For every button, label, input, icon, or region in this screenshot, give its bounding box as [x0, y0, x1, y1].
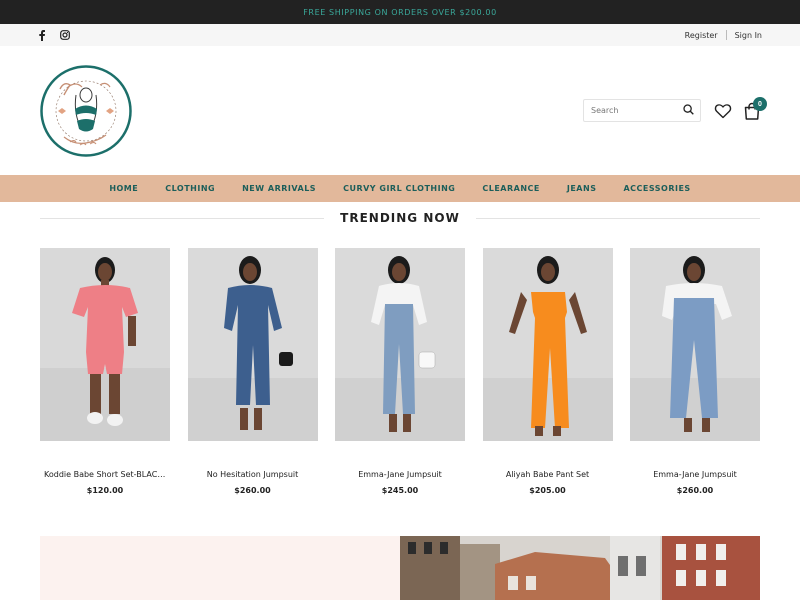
nav-accessories[interactable]: ACCESSORIES	[610, 184, 704, 193]
product-name[interactable]: Emma-Jane Jumpsuit	[335, 470, 465, 479]
sign-in-link[interactable]: Sign In	[735, 31, 762, 40]
product-card[interactable]: Emma-Jane Jumpsuit $260.00	[630, 248, 760, 495]
product-image[interactable]	[40, 248, 170, 441]
nav-clothing[interactable]: CLOTHING	[152, 184, 229, 193]
product-card[interactable]: No Hesitation Jumpsuit $260.00	[187, 248, 318, 495]
instagram-icon[interactable]	[60, 30, 70, 40]
product-image[interactable]	[335, 248, 465, 441]
section-title: TRENDING NOW	[340, 211, 460, 225]
product-name[interactable]: Emma-Jane Jumpsuit	[630, 470, 760, 479]
trending-section-header: TRENDING NOW	[40, 210, 760, 226]
product-image[interactable]	[482, 248, 613, 441]
product-name[interactable]: Koddie Babe Short Set-BLACK -...	[40, 470, 170, 479]
search-input[interactable]	[591, 106, 683, 115]
announcement-text: FREE SHIPPING ON ORDERS OVER $200.00	[303, 7, 497, 17]
promo-banner-image[interactable]	[400, 536, 760, 600]
product-price: $260.00	[676, 486, 714, 495]
nav-new-arrivals[interactable]: NEW ARRIVALS	[229, 184, 330, 193]
product-price: $245.00	[381, 486, 419, 495]
product-name[interactable]: Aliyah Babe Pant Set	[483, 470, 613, 479]
nav-home[interactable]: HOME	[96, 184, 152, 193]
product-card[interactable]: Koddie Babe Short Set-BLACK -... $120.00	[40, 248, 170, 495]
main-navigation: HOME CLOTHING NEW ARRIVALS CURVY GIRL CL…	[0, 175, 800, 202]
account-links: Register Sign In	[685, 30, 762, 40]
register-link[interactable]: Register	[685, 31, 718, 40]
product-card[interactable]: Emma-Jane Jumpsuit $245.00	[335, 248, 465, 495]
promo-banner	[40, 536, 400, 600]
product-price: $260.00	[234, 486, 271, 495]
social-links	[38, 29, 70, 41]
nav-clearance[interactable]: CLEARANCE	[469, 184, 554, 193]
product-card[interactable]: Aliyah Babe Pant Set $205.00	[482, 248, 613, 495]
product-image[interactable]	[187, 248, 318, 441]
search-box	[583, 99, 701, 122]
product-image[interactable]	[630, 248, 760, 441]
cart-count-badge: 0	[753, 97, 767, 111]
search-icon[interactable]	[683, 102, 694, 120]
product-name[interactable]: No Hesitation Jumpsuit	[188, 470, 318, 479]
nav-curvy-girl-clothing[interactable]: CURVY GIRL CLOTHING	[330, 184, 469, 193]
brand-logo[interactable]	[40, 65, 132, 157]
nav-jeans[interactable]: JEANS	[553, 184, 610, 193]
announcement-bar: FREE SHIPPING ON ORDERS OVER $200.00	[0, 0, 800, 24]
product-price: $120.00	[86, 486, 124, 495]
product-grid: Koddie Babe Short Set-BLACK -... $120.00…	[40, 248, 760, 498]
heart-icon[interactable]	[714, 102, 732, 120]
divider	[40, 217, 325, 219]
product-price: $205.00	[529, 486, 566, 495]
divider	[725, 30, 727, 40]
facebook-icon[interactable]	[38, 29, 46, 41]
top-bar: Register Sign In	[0, 24, 800, 46]
divider	[475, 217, 760, 219]
